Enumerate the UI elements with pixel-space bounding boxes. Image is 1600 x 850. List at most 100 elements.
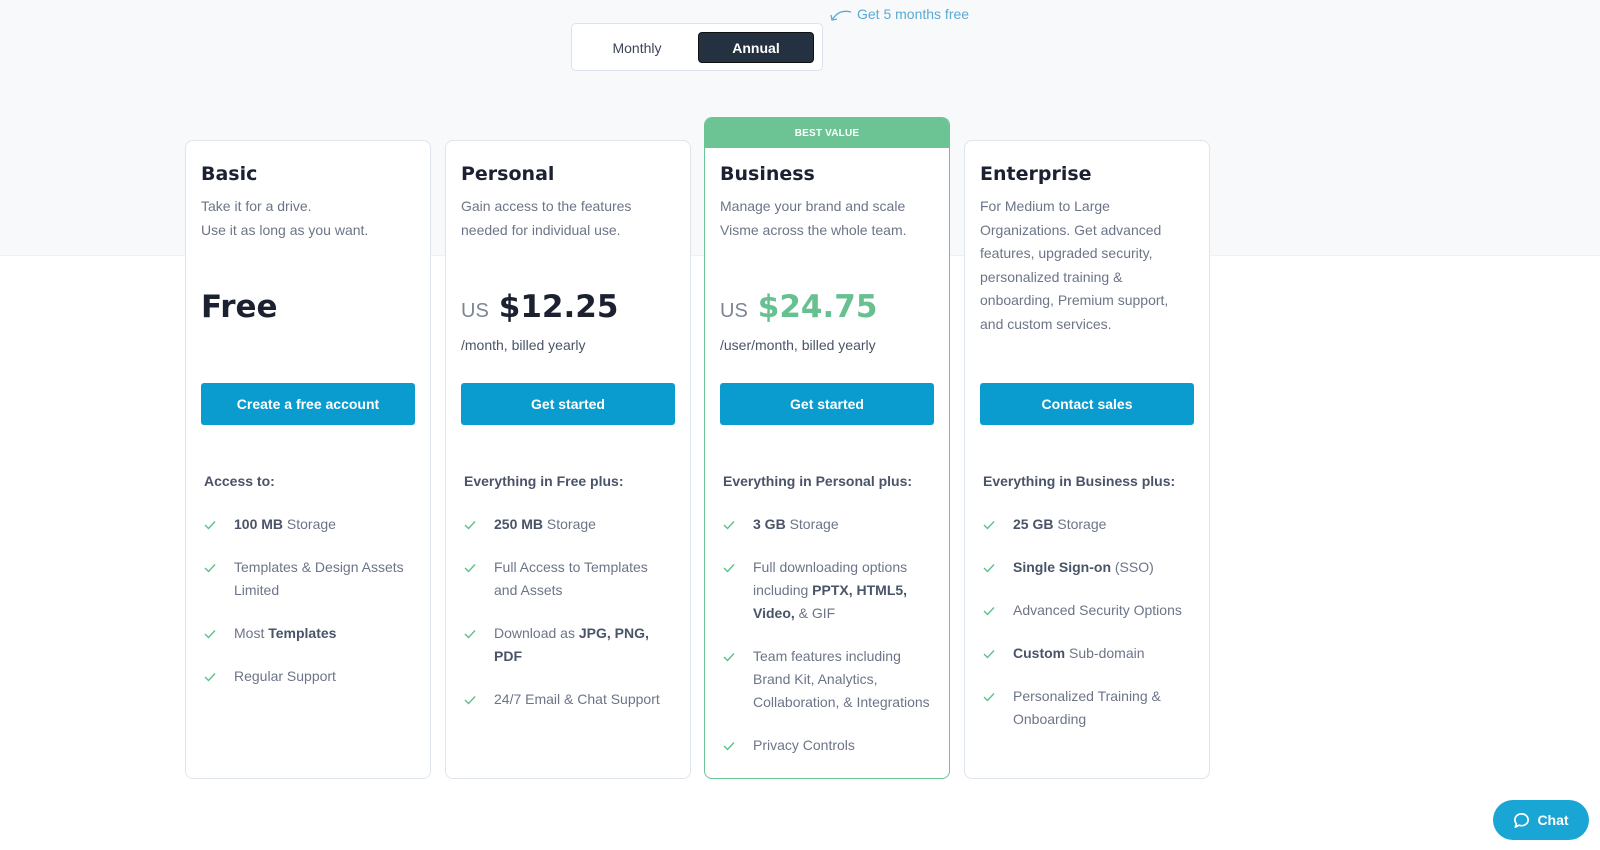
feature-item: Privacy Controls [723, 734, 934, 757]
plan-card-personal: Personal Gain access to the features nee… [445, 140, 691, 779]
feature-text: Templates & Design Assets Limited [234, 556, 415, 602]
check-icon [723, 734, 737, 757]
plan-name: Enterprise [980, 163, 1092, 185]
feature-text: Most Templates [234, 622, 336, 645]
check-icon [204, 665, 218, 688]
check-icon [723, 513, 737, 536]
feature-text: Privacy Controls [753, 734, 855, 757]
create-free-account-button[interactable]: Create a free account [201, 383, 415, 425]
feature-item: Full downloading options including PPTX,… [723, 556, 934, 625]
plan-description-line: Use it as long as you want. [201, 221, 369, 238]
feature-item: 100 MB Storage [204, 513, 415, 536]
feature-text-rest: Privacy Controls [753, 737, 855, 753]
feature-text: 3 GB Storage [753, 513, 839, 536]
feature-text-highlight: 3 GB [753, 516, 786, 532]
price-currency: US [461, 300, 489, 322]
check-icon [983, 556, 997, 579]
check-icon [464, 622, 478, 645]
toggle-monthly[interactable]: Monthly [579, 32, 695, 63]
feature-text-highlight: 100 MB [234, 516, 284, 532]
check-icon [464, 513, 478, 536]
feature-text: Advanced Security Options [1013, 599, 1182, 622]
chat-label: Chat [1537, 812, 1569, 828]
feature-text-rest: Regular Support [234, 668, 336, 684]
feature-text-rest: Personalized Training & Onboarding [1013, 688, 1161, 727]
feature-list: 250 MB Storage Full Access to Templates a… [464, 513, 675, 731]
feature-item: Personalized Training & Onboarding [983, 685, 1194, 731]
feature-text-highlight: Custom [1013, 645, 1066, 661]
feature-text: Team features including Brand Kit, Analy… [753, 645, 934, 714]
check-icon [983, 685, 997, 708]
check-icon [464, 556, 478, 579]
price-amount: Free [201, 289, 278, 325]
curved-arrow-icon [830, 10, 852, 21]
plan-price: Free [201, 289, 278, 325]
plan-name: Basic [201, 163, 258, 185]
feature-text-rest: 24/7 Email & Chat Support [494, 691, 660, 707]
check-icon [983, 513, 997, 536]
feature-text-rest: Sub-domain [1065, 645, 1145, 661]
feature-text: 25 GB Storage [1013, 513, 1106, 536]
chat-bubble-icon [1514, 812, 1530, 828]
price-amount: $24.75 [757, 289, 878, 325]
chat-button[interactable]: Chat [1493, 800, 1589, 840]
billing-toggle: Monthly Annual [571, 23, 823, 71]
feature-text: Regular Support [234, 665, 336, 688]
best-value-badge: BEST VALUE [705, 118, 949, 148]
billing-period: /month, billed yearly [461, 337, 586, 353]
feature-text: Download as JPG, PNG, PDF [494, 622, 675, 668]
feature-list: 100 MB Storage Templates & Design Assets … [204, 513, 415, 708]
check-icon [983, 599, 997, 622]
feature-text-rest: Storage [785, 516, 839, 532]
feature-item: Full Access to Templates and Assets [464, 556, 675, 602]
plan-card-enterprise: Enterprise For Medium to Large Organizat… [964, 140, 1210, 779]
feature-text: Custom Sub-domain [1013, 642, 1145, 665]
plan-card-basic: Basic Take it for a drive. Use it as lon… [185, 140, 431, 779]
plan-description: Take it for a drive. Use it as long as y… [201, 195, 415, 242]
plan-name: Business [720, 163, 815, 185]
feature-item: Custom Sub-domain [983, 642, 1194, 665]
includes-heading: Everything in Free plus: [464, 473, 624, 489]
check-icon [204, 556, 218, 579]
feature-text-rest: Full Access to Templates and Assets [494, 559, 648, 598]
price-currency: US [720, 300, 748, 322]
feature-text-rest: & GIF [794, 605, 836, 621]
get-started-button[interactable]: Get started [461, 383, 675, 425]
feature-text: Full downloading options including PPTX,… [753, 556, 934, 625]
plan-description: Gain access to the features needed for i… [461, 198, 632, 238]
feature-text: Full Access to Templates and Assets [494, 556, 675, 602]
feature-item: Advanced Security Options [983, 599, 1194, 622]
toggle-annual[interactable]: Annual [698, 32, 814, 63]
includes-heading: Everything in Business plus: [983, 473, 1176, 489]
contact-sales-button[interactable]: Contact sales [980, 383, 1194, 425]
check-icon [983, 642, 997, 665]
feature-text: 100 MB Storage [234, 513, 336, 536]
feature-text: Personalized Training & Onboarding [1013, 685, 1194, 731]
check-icon [464, 688, 478, 711]
includes-heading: Access to: [204, 473, 275, 489]
feature-item: Download as JPG, PNG, PDF [464, 622, 675, 668]
feature-text-prefix: Download as [494, 625, 579, 641]
check-icon [723, 556, 737, 579]
plan-price: US $12.25 [461, 289, 618, 325]
feature-item: Team features including Brand Kit, Analy… [723, 645, 934, 714]
feature-text-highlight: 250 MB [494, 516, 544, 532]
plan-card-business: BEST VALUE Business Manage your brand an… [704, 117, 950, 779]
check-icon [723, 645, 737, 668]
feature-text-prefix: Most [234, 625, 269, 641]
billing-period: /user/month, billed yearly [720, 337, 876, 353]
feature-text-rest: Templates & Design Assets Limited [234, 559, 404, 598]
feature-text: Single Sign-on (SSO) [1013, 556, 1154, 579]
feature-list: 3 GB Storage Full downloading options inc… [723, 513, 934, 777]
plan-price: US $24.75 [720, 289, 877, 325]
get-started-button[interactable]: Get started [720, 383, 934, 425]
includes-heading: Everything in Personal plus: [723, 473, 913, 489]
promo-text: Get 5 months free [857, 6, 970, 22]
feature-text-rest: Team features including Brand Kit, Analy… [753, 648, 930, 710]
feature-text-rest: Storage [1053, 516, 1107, 532]
feature-item: 25 GB Storage [983, 513, 1194, 536]
plan-description: Manage your brand and scale Visme across… [720, 198, 907, 238]
feature-item: 24/7 Email & Chat Support [464, 688, 675, 711]
feature-text-rest: Storage [283, 516, 336, 532]
price-amount: $12.25 [498, 289, 619, 325]
